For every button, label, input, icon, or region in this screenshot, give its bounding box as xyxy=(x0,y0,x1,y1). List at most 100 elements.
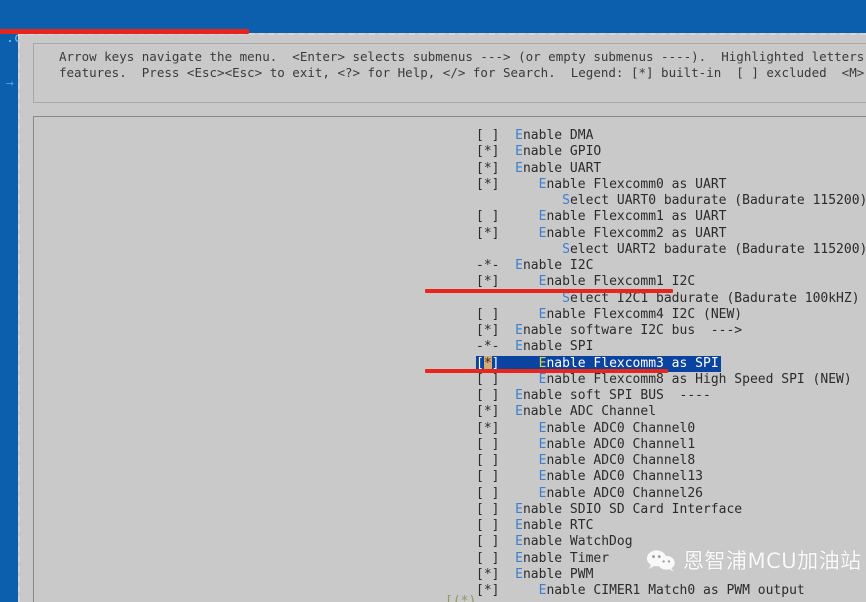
menu-item[interactable]: [*] Enable software I2C bus ---> xyxy=(34,323,866,339)
menu-item-checkbox: [*] xyxy=(476,144,500,160)
menu-item-content: [ ] Enable DMA xyxy=(476,128,593,144)
menu-item-content: [*] Enable ADC Channel xyxy=(476,404,656,420)
menu-item-content: [*] Enable software I2C bus ---> xyxy=(476,323,742,339)
menu-item-indent xyxy=(499,453,538,468)
menu-item-indent xyxy=(499,404,515,419)
menu-item-checkbox: [*] xyxy=(476,566,500,582)
menu-item-checkbox: [ ] xyxy=(476,534,500,550)
menu-partial-bottom-row: [(*) xyxy=(445,594,477,602)
menu-item-label: nable ADC0 Channel13 xyxy=(546,469,703,485)
menu-item[interactable]: [ ] Enable ADC0 Channel1 xyxy=(34,437,866,453)
menu-item-indent xyxy=(499,567,515,582)
menu-item-label: nable software I2C bus ---> xyxy=(522,323,743,338)
menu-item-label: nable ADC0 Channel8 xyxy=(546,453,696,468)
annotation-underline-flexcomm3-spi xyxy=(425,369,668,373)
menu-item-checkbox: [ ] xyxy=(476,518,500,533)
menu-item-content: [ ] Enable Flexcomm8 as High Speed SPI (… xyxy=(476,372,852,388)
menu-item[interactable]: [*] Enable GPIO xyxy=(34,144,866,160)
menu-item-content: [*] Enable ADC0 Channel0 xyxy=(476,421,695,437)
menu-panel[interactable]: [ ] Enable DMA [*] Enable GPIO [*] Enable … xyxy=(33,116,866,602)
menu-item[interactable]: [*] Enable ADC0 Channel0 xyxy=(34,421,866,437)
menu-item-content: Select UART2 badurate (Badurate 115200) … xyxy=(476,242,866,258)
menu-item-checkbox: [ ] xyxy=(476,501,500,517)
help-line-2: features. Press <Esc><Esc> to exit, <?> … xyxy=(59,65,866,80)
menu-item-indent xyxy=(499,258,515,273)
annotation-underline-breadcrumb xyxy=(0,29,249,34)
menu-item-indent xyxy=(499,534,515,549)
menu-item-hotkey: E xyxy=(515,144,523,160)
menu-item-checkbox xyxy=(476,193,499,208)
menuconfig-screen: .config - RT-Thread Configuration → Hard… xyxy=(0,0,866,602)
menu-item[interactable]: -*- Enable SPI xyxy=(34,339,866,355)
menu-item-checkbox xyxy=(476,242,499,257)
menu-item-label: nable ADC0 Channel26 xyxy=(546,485,703,501)
menu-item-indent xyxy=(499,307,538,322)
menu-item-checkbox: [*] xyxy=(476,274,500,290)
menu-item[interactable]: [ ] Enable Flexcomm8 as High Speed SPI (… xyxy=(34,372,866,388)
menu-item-label: nable SDIO SD Card Interface xyxy=(522,501,743,517)
menu-item-checkbox: [ ] xyxy=(476,128,500,143)
menu-item-content: [ ] Enable WatchDog xyxy=(476,534,633,550)
menu-item-content: [ ] Enable ADC0 Channel26 xyxy=(476,486,703,502)
menu-item-content: [ ] Enable Flexcomm4 I2C (NEW) xyxy=(476,307,742,323)
menu-item-hotkey: E xyxy=(515,128,523,143)
menu-item[interactable]: [*] Enable UART xyxy=(34,161,866,177)
menu-item-checkbox: -*- xyxy=(476,339,500,355)
menu-item-content: Select UART0 badurate (Badurate 115200) … xyxy=(476,193,866,209)
menu-item-indent xyxy=(499,469,538,484)
menu-item-checkbox: -*- xyxy=(476,258,500,273)
menu-item-hotkey: E xyxy=(515,550,523,566)
menu-item-label: nable UART xyxy=(522,160,602,176)
help-line-1: Arrow keys navigate the menu. <Enter> se… xyxy=(59,49,866,64)
menu-item-label: nable ADC0 Channel1 xyxy=(546,436,696,452)
menu-item-indent xyxy=(499,502,515,517)
menu-item-label: nable WatchDog xyxy=(522,534,633,550)
menu-item-checkbox: [*] xyxy=(476,420,500,436)
menu-item[interactable]: [ ] Enable Flexcomm4 I2C (NEW) xyxy=(34,307,866,323)
menu-item[interactable]: [ ] Enable ADC0 Channel13 xyxy=(34,469,866,485)
menu-item-content: [ ] Enable ADC0 Channel8 xyxy=(476,453,695,469)
menu-item-hotkey: E xyxy=(515,339,523,355)
menu-item-indent xyxy=(499,486,538,501)
menu-item-label: nable Flexcomm1 as UART xyxy=(546,209,727,225)
menu-item-checkbox: [ ] xyxy=(476,485,500,501)
menu-item-hotkey: E xyxy=(515,388,523,403)
menu-item-checkbox: [ ] xyxy=(476,209,500,225)
menu-item[interactable]: [ ] Enable ADC0 Channel26 xyxy=(34,486,866,502)
menu-item[interactable]: [ ] Enable WatchDog xyxy=(34,534,866,550)
menu-item[interactable]: [*] Enable Flexcomm0 as UART xyxy=(34,177,866,193)
menu-item[interactable]: [*] Enable ADC Channel xyxy=(34,404,866,420)
menu-item-hotkey: E xyxy=(515,501,523,517)
menu-item[interactable]: [*] Enable PWM xyxy=(34,567,866,583)
menu-item-hotkey: E xyxy=(515,258,523,273)
menu-item-label: nable Flexcomm1 I2C xyxy=(546,274,696,290)
menu-item-content: -*- Enable SPI xyxy=(476,339,593,355)
menu-item-label: nable RTC xyxy=(522,518,594,533)
menu-item[interactable]: [ ] Enable Timer xyxy=(34,551,866,567)
menu-item-label: elect UART2 badurate (Badurate 115200) -… xyxy=(569,241,866,257)
menu-item-label: elect UART0 badurate (Badurate 115200) -… xyxy=(569,193,866,208)
menu-item-indent xyxy=(499,421,538,436)
menu-item[interactable]: [*] Enable Flexcomm2 as UART xyxy=(34,226,866,242)
menu-item-indent xyxy=(499,242,562,257)
menu-item[interactable]: -*- Enable I2C xyxy=(34,258,866,274)
menu-item[interactable]: [ ] Enable RTC xyxy=(34,518,866,534)
menu-item[interactable]: [ ] Enable Flexcomm1 as UART xyxy=(34,209,866,225)
help-panel: Arrow keys navigate the menu. <Enter> se… xyxy=(33,43,866,103)
menu-item[interactable]: Select UART0 badurate (Badurate 115200) … xyxy=(34,193,866,209)
menu-item-content: [ ] Enable SDIO SD Card Interface xyxy=(476,502,742,518)
menu-item-hotkey: E xyxy=(515,566,523,582)
menu-item-content: [*] Enable Flexcomm2 as UART xyxy=(476,226,726,242)
menu-item-content: [ ] Enable soft SPI BUS ---- xyxy=(476,388,711,404)
menu-item-label: nable CIMER1 Match0 as PWM output xyxy=(546,583,805,598)
menu-item[interactable]: [ ] Enable SDIO SD Card Interface xyxy=(34,502,866,518)
menu-item[interactable]: Select UART2 badurate (Badurate 115200) … xyxy=(34,242,866,258)
menu-item-content: [*] Enable PWM xyxy=(476,567,593,583)
menu-item-indent xyxy=(499,437,538,452)
menu-item[interactable]: [ ] Enable soft SPI BUS ---- xyxy=(34,388,866,404)
menu-item-label: nable Flexcomm2 as UART xyxy=(546,225,727,241)
menu-item[interactable]: [ ] Enable ADC0 Channel8 xyxy=(34,453,866,469)
menu-item-content: -*- Enable I2C xyxy=(476,258,593,274)
menu-item-hotkey: E xyxy=(515,323,523,338)
menu-item[interactable]: [ ] Enable DMA xyxy=(34,128,866,144)
